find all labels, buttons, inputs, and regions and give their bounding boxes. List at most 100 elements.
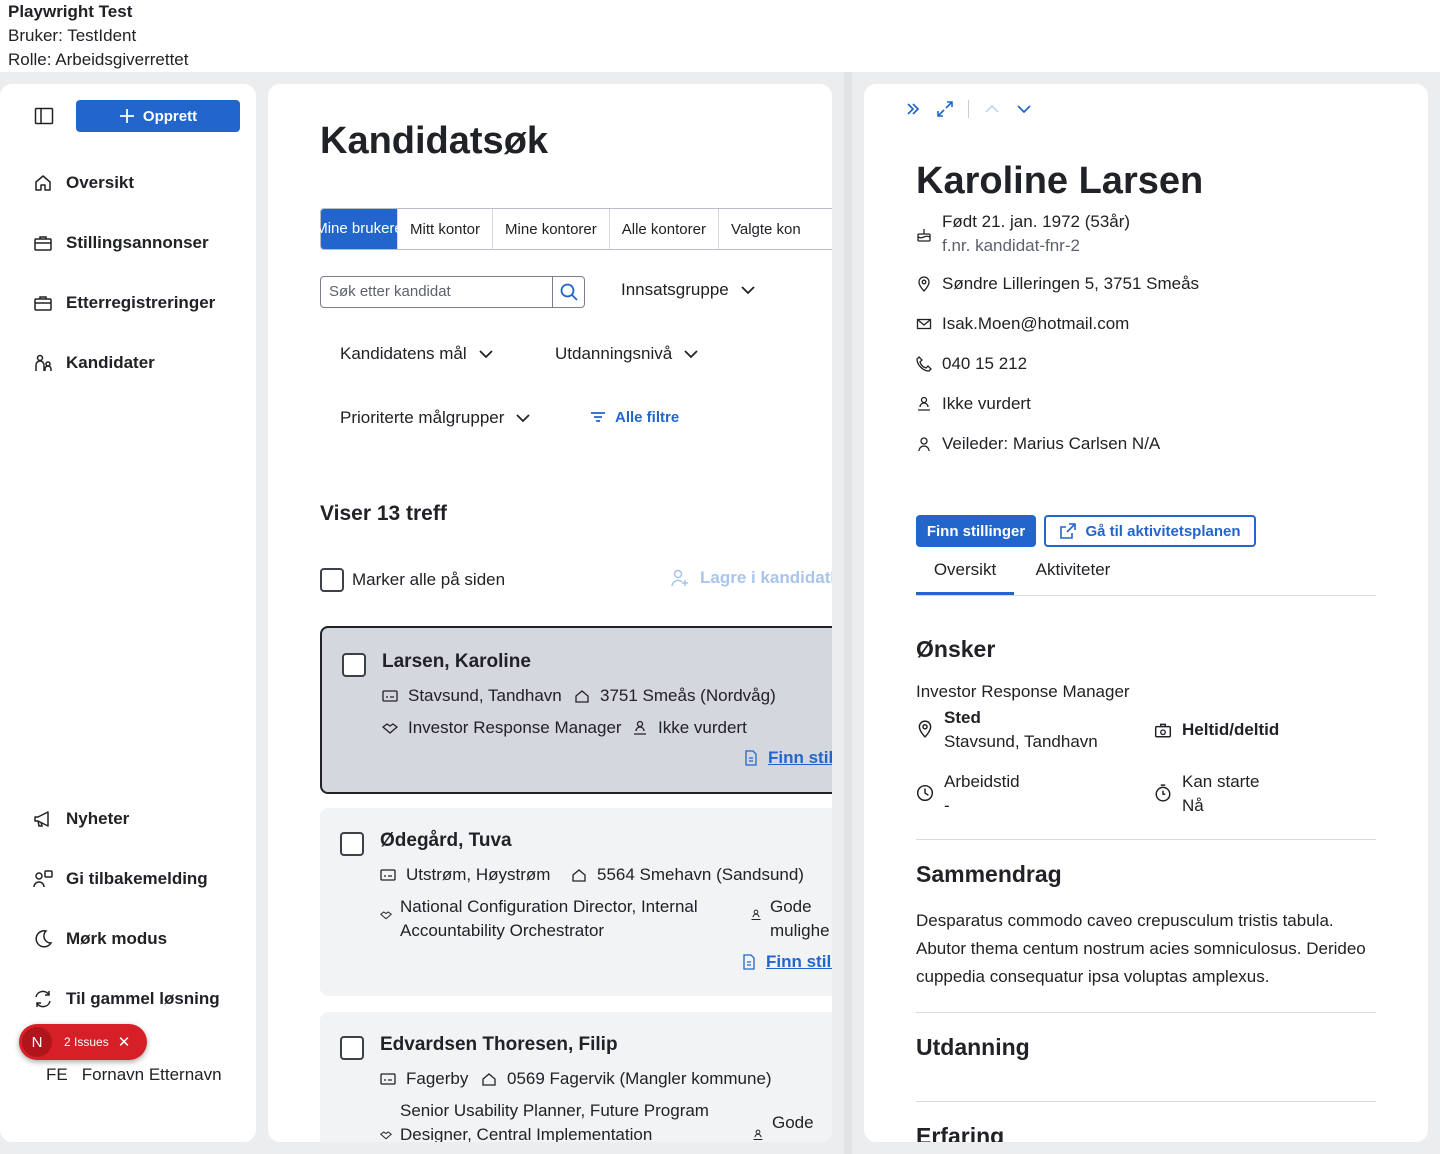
activity-plan-button[interactable]: Gå til aktivitetsplanen <box>1044 515 1256 547</box>
candidate-card[interactable]: Edvardsen Thoresen, Filip Fagerby 0569 F… <box>320 1012 832 1142</box>
sidebar-item-old-solution[interactable]: Til gammel løsning <box>32 988 220 1010</box>
all-filters-button[interactable]: Alle filtre <box>589 408 679 426</box>
issues-label: 2 Issues <box>64 1035 109 1049</box>
wish-place-value: Stavsund, Tandhavn <box>944 732 1098 751</box>
expand-icon[interactable] <box>936 100 954 118</box>
birth-date: Født 21. jan. 1972 (53år) <box>942 212 1131 231</box>
house-icon <box>572 869 586 882</box>
status-row: Ikke vurdert <box>916 394 1031 414</box>
persons-icon <box>35 354 52 371</box>
mark-all-checkbox[interactable]: Marker alle på siden <box>320 568 505 592</box>
stopwatch-icon <box>1155 784 1171 802</box>
tab-oversikt[interactable]: Oversikt <box>916 558 1014 595</box>
sidebar-item-label: Kandidater <box>66 353 155 372</box>
candidate-goal: Senior Usability Planner, Future Program… <box>380 1099 709 1142</box>
candidate-card[interactable]: Larsen, Karoline Stavsund, Tandhavn 3751… <box>320 626 832 794</box>
tab-alle-kontorer[interactable]: Alle kontorer <box>610 209 719 249</box>
tab-valgte-kontorer[interactable]: Valgte kon <box>719 209 813 249</box>
location-pin-icon <box>918 720 932 738</box>
candidate-detail-panel: Karoline Larsen Født 21. jan. 1972 (53år… <box>864 84 1428 1142</box>
sidebar-item-stillingsannonser[interactable]: Stillingsannonser <box>32 232 209 254</box>
role-info: Rolle: Arbeidsgiverrettet <box>8 50 189 69</box>
hit-count: Viser 13 treff <box>320 502 447 525</box>
filter-kandidatens-mal[interactable]: Kandidatens mål <box>340 344 495 364</box>
cake-icon <box>917 229 931 242</box>
sidebar-item-etterregistreringer[interactable]: Etterregistreringer <box>32 292 215 314</box>
candidate-area: Fagerby <box>380 1067 468 1091</box>
person-status-icon <box>918 396 930 411</box>
candidate-checkbox[interactable] <box>340 832 364 856</box>
user-name: Fornavn Etternavn <box>81 1065 222 1084</box>
envelope-icon <box>916 318 932 330</box>
checkbox[interactable] <box>320 568 344 592</box>
tab-mine-brukere[interactable]: Mine brukere <box>315 209 403 249</box>
chevron-up-icon[interactable] <box>983 100 1001 118</box>
megaphone-icon <box>34 811 49 827</box>
handshake-icon <box>382 723 398 734</box>
sidebar-item-label: Nyheter <box>66 809 130 828</box>
create-button[interactable]: Opprett <box>76 100 240 132</box>
avatar: FE <box>46 1065 68 1084</box>
issues-badge[interactable]: N 2 Issues ✕ <box>19 1024 147 1060</box>
search-input[interactable]: Søk etter kandidat <box>321 277 552 307</box>
find-jobs-link[interactable]: Finn still <box>742 952 832 972</box>
sidebar-item-dark-mode[interactable]: Mørk modus <box>32 928 167 950</box>
arrows-circle-icon <box>35 990 51 1008</box>
address-text: Søndre Lilleringen 5, 3751 Smeås <box>942 274 1200 293</box>
candidate-status: Gode <box>752 1111 814 1141</box>
summary-line: cuppedia consequatur ipsa voluptas ample… <box>916 967 1270 986</box>
find-jobs-label: Finn still <box>766 952 832 971</box>
chevron-down-icon <box>684 350 698 359</box>
filter-prioriterte-malgrupper[interactable]: Prioriterte målgrupper <box>340 408 532 428</box>
candidate-status-text-2: mulighe <box>770 921 830 940</box>
double-chevron-right-icon[interactable] <box>904 100 922 118</box>
save-to-list-button[interactable]: Lagre i kandidatli <box>670 568 832 588</box>
experience-heading: Erfaring <box>916 1123 1005 1142</box>
search-field: Søk etter kandidat <box>320 276 585 308</box>
user-info: Bruker: TestIdent <box>8 26 137 45</box>
candidate-goal-text-2: Accountability Orchestrator <box>400 921 605 940</box>
wish-place-label: Sted <box>944 708 981 727</box>
sidebar-toggle-icon[interactable] <box>34 106 54 126</box>
filter-label: Innsatsgruppe <box>621 280 729 299</box>
panel-resize-handle[interactable] <box>844 72 852 1154</box>
chevron-down-icon[interactable] <box>1015 100 1033 118</box>
close-icon[interactable]: ✕ <box>118 1033 131 1051</box>
tab-mine-kontorer[interactable]: Mine kontorer <box>493 209 610 249</box>
candidate-checkbox[interactable] <box>342 653 366 677</box>
sidebar-item-oversikt[interactable]: Oversikt <box>32 172 134 194</box>
candidate-area-text: Fagerby <box>406 1069 469 1088</box>
mark-all-label: Marker alle på siden <box>352 570 506 589</box>
tab-aktiviteter[interactable]: Aktiviteter <box>1014 558 1132 595</box>
address-row: Søndre Lilleringen 5, 3751 Smeås <box>916 274 1199 294</box>
candidate-card[interactable]: Ødegård, Tuva Utstrøm, Høystrøm 5564 Sme… <box>320 808 832 996</box>
filter-innsatsgruppe[interactable]: Innsatsgruppe <box>621 280 757 300</box>
find-jobs-button[interactable]: Finn stillinger <box>916 515 1036 547</box>
page-title: Kandidatsøk <box>320 120 549 162</box>
filter-utdanningsniva[interactable]: Utdanningsnivå <box>555 344 700 364</box>
sidebar-item-nyheter[interactable]: Nyheter <box>32 808 129 830</box>
candidate-name[interactable]: Ødegård, Tuva <box>380 830 512 852</box>
user-menu[interactable]: FE Fornavn Etternavn <box>46 1065 222 1085</box>
candidate-name[interactable]: Larsen, Karoline <box>382 651 531 673</box>
detail-tabs: Oversikt Aktiviteter <box>916 558 1376 596</box>
find-jobs-label: Finn still <box>768 748 832 767</box>
sidebar-item-label: Gi tilbakemelding <box>66 869 208 888</box>
candidate-area: Stavsund, Tandhavn <box>382 684 562 708</box>
sidebar-item-feedback[interactable]: Gi tilbakemelding <box>32 868 208 890</box>
candidate-name[interactable]: Edvardsen Thoresen, Filip <box>380 1034 618 1056</box>
candidate-checkbox[interactable] <box>340 1036 364 1060</box>
candidate-status: Gode mulighe <box>750 895 830 943</box>
candidate-status-text: Ikke vurdert <box>658 718 747 737</box>
detail-toolbar <box>904 100 1033 118</box>
id-card-icon <box>380 1073 396 1085</box>
candidate-address: 0569 Fagervik (Mangler kommune) <box>481 1067 772 1091</box>
find-jobs-link[interactable]: Finn still <box>744 748 832 768</box>
candidate-status-text: Gode <box>770 897 812 916</box>
tab-mitt-kontor[interactable]: Mitt kontor <box>398 209 494 249</box>
search-button[interactable] <box>552 277 584 307</box>
toolbar-divider <box>968 100 969 118</box>
candidate-address-text: 5564 Smehavn (Sandsund) <box>597 865 804 884</box>
plus-icon <box>119 109 134 123</box>
sidebar-item-kandidater[interactable]: Kandidater <box>32 352 155 374</box>
